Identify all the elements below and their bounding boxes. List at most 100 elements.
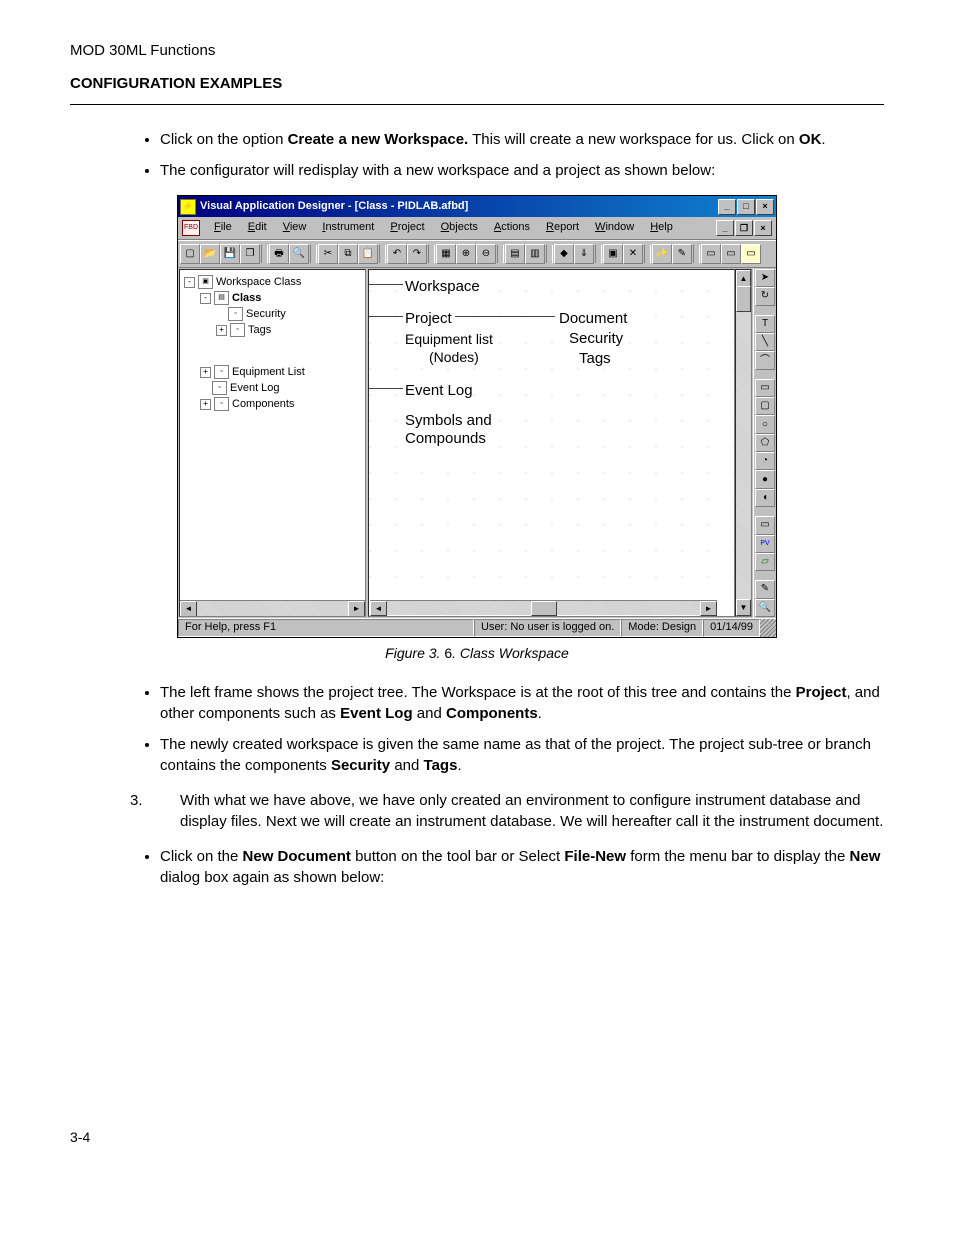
- scroll-left-icon[interactable]: ◄: [370, 601, 387, 616]
- status-help: For Help, press F1: [178, 619, 474, 637]
- leader-line: [455, 316, 555, 317]
- tile-h-button[interactable]: ▤: [505, 244, 525, 264]
- titlebar: ⚡ Visual Application Designer - [Class -…: [178, 196, 776, 217]
- chord-tool[interactable]: ◖: [755, 489, 775, 507]
- tree-root[interactable]: - ▣ Workspace Class: [182, 274, 363, 290]
- paste-button[interactable]: 📋: [358, 244, 378, 264]
- trend-tool[interactable]: ▱: [755, 553, 775, 571]
- canvas-scrollbar-h[interactable]: ◄ ►: [370, 600, 717, 615]
- tree-node-equipment[interactable]: + ▫ Equipment List: [182, 364, 363, 380]
- tree-node-components[interactable]: + ▫ Components: [182, 396, 363, 412]
- ellipse-tool[interactable]: ○: [755, 415, 775, 433]
- scroll-up-icon[interactable]: ▲: [736, 270, 751, 287]
- menu-help[interactable]: Help: [642, 220, 681, 235]
- zoomin-button[interactable]: ⊕: [456, 244, 476, 264]
- delete-button[interactable]: ✕: [623, 244, 643, 264]
- save-button[interactable]: 💾: [220, 244, 240, 264]
- menu-project[interactable]: Project: [382, 220, 432, 235]
- menu-view[interactable]: View: [275, 220, 315, 235]
- tile-v-button[interactable]: ▥: [525, 244, 545, 264]
- doc-icon: ▫: [214, 397, 229, 411]
- tree-label: Event Log: [230, 380, 280, 396]
- compile-button[interactable]: ◆: [554, 244, 574, 264]
- open-button[interactable]: 📂: [200, 244, 220, 264]
- win3-button[interactable]: ▭: [741, 244, 761, 264]
- collapse-icon[interactable]: -: [200, 293, 211, 304]
- minimize-button[interactable]: _: [718, 199, 736, 215]
- copy-button[interactable]: ⧉: [338, 244, 358, 264]
- saveall-button[interactable]: ❐: [240, 244, 260, 264]
- scroll-left-icon[interactable]: ◄: [180, 601, 197, 617]
- download-button[interactable]: ⇓: [574, 244, 594, 264]
- win2-button[interactable]: ▭: [721, 244, 741, 264]
- pv-tool[interactable]: PV: [755, 535, 775, 553]
- item-text: With what we have above, we have only cr…: [180, 790, 884, 832]
- pencil-tool[interactable]: ✎: [755, 580, 775, 598]
- menubar: FBD File Edit View Instrument Project Ob…: [178, 217, 776, 240]
- canvas-area: Workspace Project Equipment list (Nodes)…: [367, 268, 776, 618]
- collapse-icon[interactable]: -: [184, 277, 195, 288]
- redo-button[interactable]: ↷: [407, 244, 427, 264]
- fillellipse-tool[interactable]: ●: [755, 470, 775, 488]
- rotate-tool[interactable]: ↻: [755, 287, 775, 305]
- menu-file[interactable]: File: [206, 220, 240, 235]
- scroll-down-icon[interactable]: ▼: [736, 599, 751, 616]
- menu-instrument[interactable]: Instrument: [314, 220, 382, 235]
- canvas[interactable]: Workspace Project Equipment list (Nodes)…: [368, 269, 735, 617]
- scroll-thumb[interactable]: [531, 601, 557, 616]
- scroll-right-icon[interactable]: ►: [700, 601, 717, 616]
- menu-report[interactable]: Report: [538, 220, 587, 235]
- button-tool[interactable]: ▭: [755, 516, 775, 534]
- options-button[interactable]: ✎: [672, 244, 692, 264]
- numbered-item: 3. With what we have above, we have only…: [130, 790, 884, 832]
- leader-line: [369, 316, 403, 317]
- scroll-thumb[interactable]: [736, 286, 751, 312]
- mdi-restore-button[interactable]: ❐: [735, 220, 753, 236]
- close-button[interactable]: ×: [756, 199, 774, 215]
- doc-icon: ▫: [214, 365, 229, 379]
- doc-icon: ▫: [212, 381, 227, 395]
- tree-node-security[interactable]: ▫ Security: [182, 306, 363, 322]
- roundrect-tool[interactable]: ▢: [755, 397, 775, 415]
- pie-tool[interactable]: ◔: [755, 452, 775, 470]
- tree-pane[interactable]: - ▣ Workspace Class - ▤ Class ▫ Security: [179, 269, 366, 617]
- tree-node-tags[interactable]: + ▫ Tags: [182, 322, 363, 338]
- canvas-scrollbar-v[interactable]: ▲ ▼: [735, 269, 752, 617]
- expand-icon[interactable]: +: [216, 325, 227, 336]
- tree-node-class[interactable]: - ▤ Class: [182, 290, 363, 306]
- resize-grip[interactable]: [760, 619, 776, 637]
- expand-icon[interactable]: +: [200, 399, 211, 410]
- menu-actions[interactable]: Actions: [486, 220, 538, 235]
- menu-window[interactable]: Window: [587, 220, 642, 235]
- prop-button[interactable]: ▣: [603, 244, 623, 264]
- new-button[interactable]: ▢: [180, 244, 200, 264]
- zoom-tool[interactable]: 🔍: [755, 599, 775, 617]
- tree-scrollbar-h[interactable]: ◄ ►: [180, 600, 365, 616]
- undo-button[interactable]: ↶: [387, 244, 407, 264]
- preview-button[interactable]: 🔍: [289, 244, 309, 264]
- mdi-minimize-button[interactable]: _: [716, 220, 734, 236]
- zoomout-button[interactable]: ⊖: [476, 244, 496, 264]
- scroll-right-icon[interactable]: ►: [348, 601, 365, 617]
- arc-tool[interactable]: ⌒: [755, 351, 775, 369]
- wizard-button[interactable]: ✨: [652, 244, 672, 264]
- mdi-close-button[interactable]: ×: [754, 220, 772, 236]
- tree-label: Components: [232, 396, 294, 412]
- tree-node-eventlog[interactable]: ▫ Event Log: [182, 380, 363, 396]
- list-item: The left frame shows the project tree. T…: [160, 682, 884, 724]
- rect-tool[interactable]: ▭: [755, 379, 775, 397]
- grid-button[interactable]: ▦: [436, 244, 456, 264]
- cut-button[interactable]: ✂: [318, 244, 338, 264]
- maximize-button[interactable]: □: [737, 199, 755, 215]
- line-tool[interactable]: ╲: [755, 333, 775, 351]
- text-tool[interactable]: T: [755, 315, 775, 333]
- menu-objects[interactable]: Objects: [433, 220, 486, 235]
- print-button[interactable]: 🖶: [269, 244, 289, 264]
- expand-icon[interactable]: +: [200, 367, 211, 378]
- pointer-tool[interactable]: ➤: [755, 269, 775, 287]
- menu-edit[interactable]: Edit: [240, 220, 275, 235]
- poly-tool[interactable]: ⬠: [755, 434, 775, 452]
- annot-workspace: Workspace: [405, 276, 480, 297]
- doc-icon: ▫: [230, 323, 245, 337]
- win1-button[interactable]: ▭: [701, 244, 721, 264]
